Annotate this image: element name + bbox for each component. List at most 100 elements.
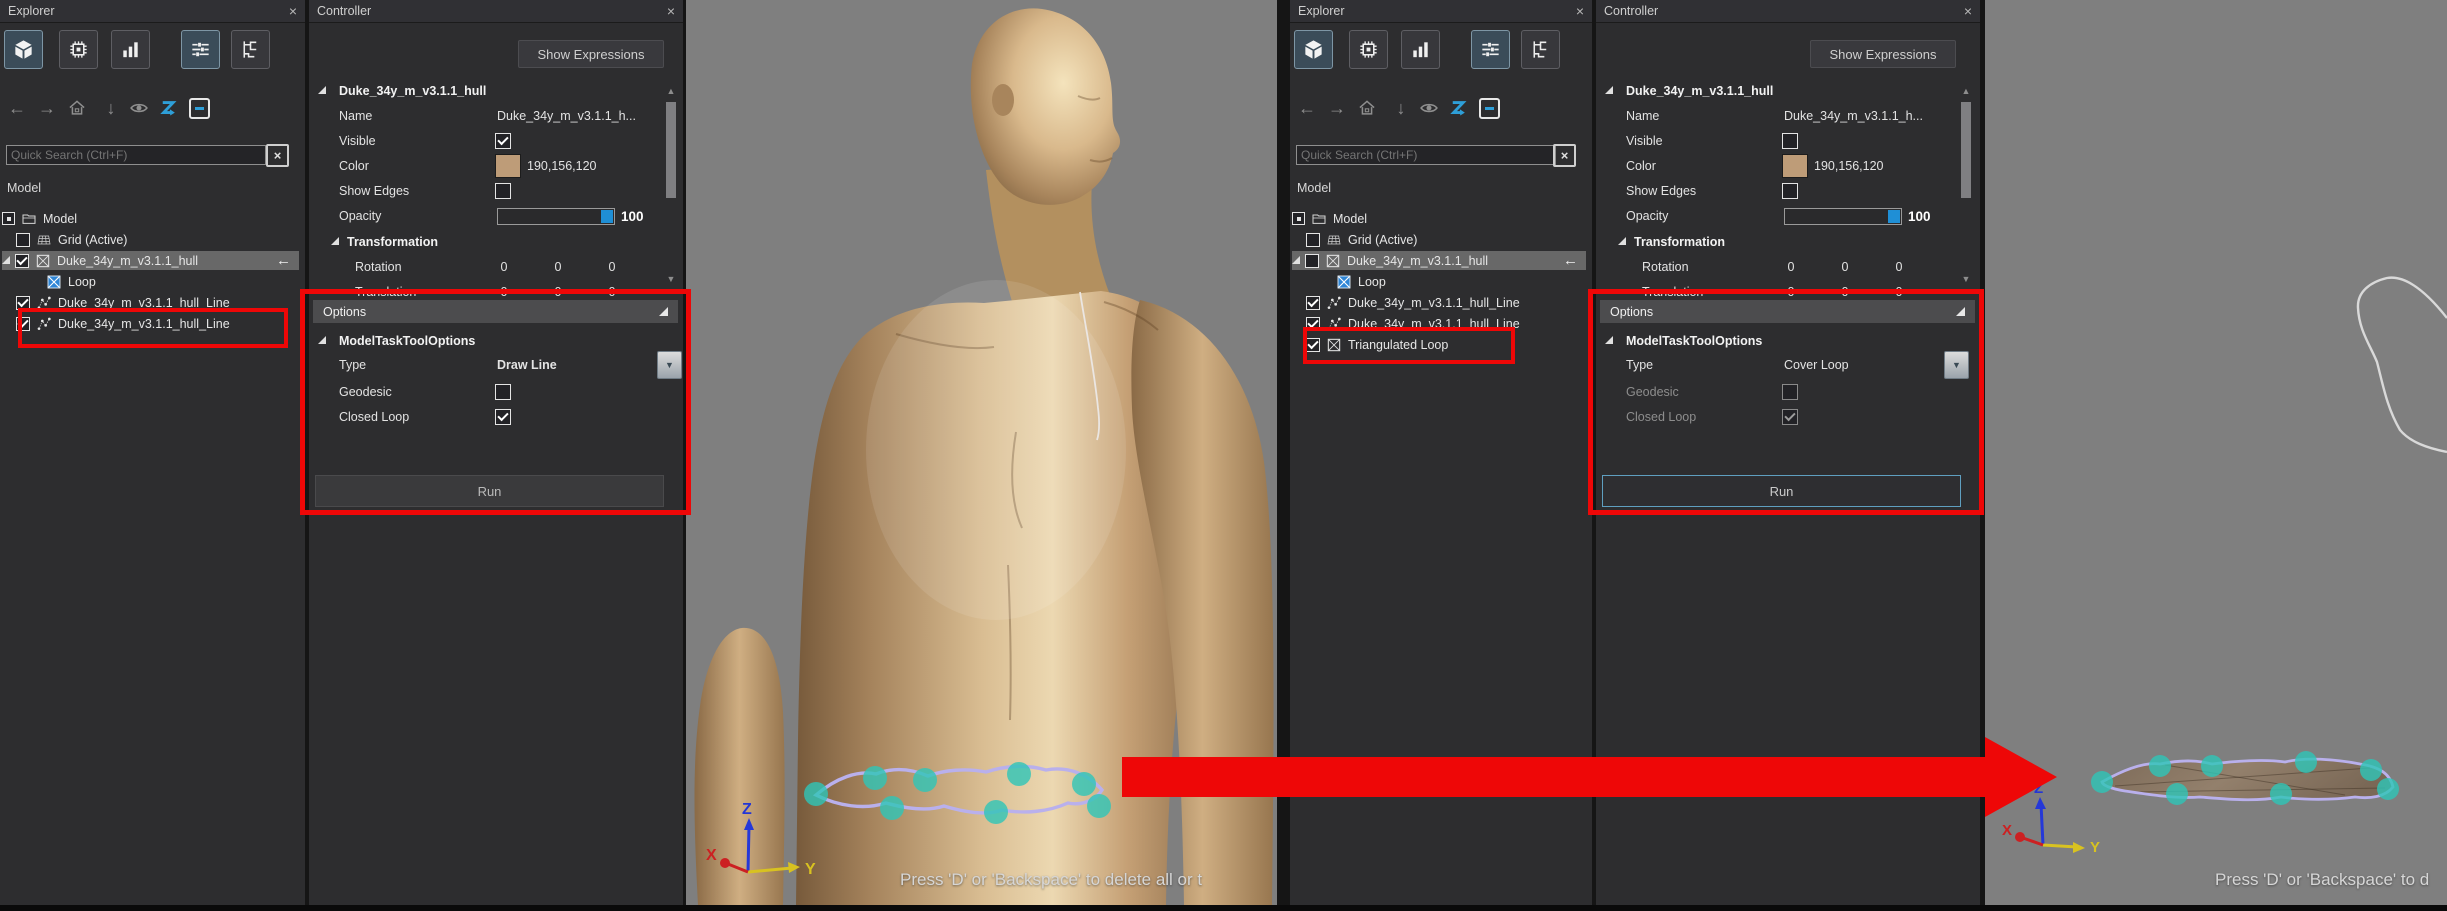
type-dropdown-button[interactable]: ▼: [657, 351, 682, 379]
checkbox[interactable]: [1306, 338, 1320, 352]
close-icon[interactable]: ×: [1576, 3, 1584, 19]
transformation-header[interactable]: Transformation: [309, 231, 683, 253]
forward-icon[interactable]: →: [1326, 96, 1348, 120]
options-header-bar[interactable]: Options: [313, 300, 678, 323]
run-button[interactable]: Run: [315, 475, 664, 507]
show-expressions-button[interactable]: Show Expressions: [518, 40, 664, 68]
visible-checkbox[interactable]: [1782, 133, 1798, 149]
view-properties-button[interactable]: [181, 30, 220, 69]
object-section-header[interactable]: Duke_34y_m_v3.1.1_hull: [1596, 80, 1980, 102]
zoom-to-selection-icon[interactable]: [1448, 96, 1470, 120]
options-group-header[interactable]: ModelTaskToolOptions: [309, 330, 683, 352]
opacity-slider[interactable]: [497, 208, 615, 225]
mode-model-button[interactable]: [4, 30, 43, 69]
object-section-header[interactable]: Duke_34y_m_v3.1.1_hull: [309, 80, 683, 102]
scrollbar-thumb[interactable]: [1961, 102, 1971, 198]
color-swatch[interactable]: [495, 154, 521, 178]
show-edges-checkbox[interactable]: [495, 183, 511, 199]
checkbox[interactable]: [16, 296, 30, 310]
view-hierarchy-button[interactable]: [231, 30, 270, 69]
expander-icon[interactable]: [318, 336, 326, 344]
tree-item-hull-line-2[interactable]: Duke_34y_m_v3.1.1_hull_Line: [1292, 314, 1586, 333]
expander-icon[interactable]: [1618, 237, 1626, 245]
run-button[interactable]: Run: [1602, 475, 1961, 507]
zoom-to-selection-icon[interactable]: [158, 96, 180, 120]
scroll-up-icon[interactable]: ▲: [1960, 86, 1972, 96]
close-icon[interactable]: ×: [1964, 3, 1972, 19]
back-icon[interactable]: ←: [1296, 96, 1318, 120]
name-value[interactable]: Duke_34y_m_v3.1.1_h...: [497, 109, 636, 123]
scroll-down-icon[interactable]: ▼: [665, 274, 677, 284]
scroll-down-icon[interactable]: ▼: [1960, 274, 1972, 284]
down-arrow-icon[interactable]: ↓: [1392, 96, 1410, 120]
locate-back-arrow-icon[interactable]: ←: [1563, 252, 1578, 269]
checkbox[interactable]: [16, 233, 30, 247]
home-icon[interactable]: [66, 96, 88, 120]
checkbox[interactable]: [16, 317, 30, 331]
tree-item-grid[interactable]: Grid (Active): [1292, 230, 1586, 249]
tree-item-hull[interactable]: Duke_34y_m_v3.1.1_hull ←: [2, 251, 299, 270]
view-properties-button[interactable]: [1471, 30, 1510, 69]
checkbox[interactable]: [1306, 233, 1320, 247]
forward-icon[interactable]: →: [36, 96, 58, 120]
search-input[interactable]: [6, 145, 266, 165]
search-input[interactable]: [1296, 145, 1556, 165]
tree-item-model[interactable]: Model: [1292, 209, 1586, 228]
tree-item-hull-line-1[interactable]: Duke_34y_m_v3.1.1_hull_Line: [2, 293, 299, 312]
back-icon[interactable]: ←: [6, 96, 28, 120]
color-swatch[interactable]: [1782, 154, 1808, 178]
type-value[interactable]: Draw Line: [497, 358, 557, 372]
close-icon[interactable]: ×: [667, 3, 675, 19]
checkbox[interactable]: [15, 254, 29, 268]
mode-simulation-button[interactable]: [59, 30, 98, 69]
show-expressions-button[interactable]: Show Expressions: [1810, 40, 1956, 68]
show-edges-checkbox[interactable]: [1782, 183, 1798, 199]
options-header-bar[interactable]: Options: [1600, 300, 1975, 323]
covered-loop-surface[interactable]: [2091, 751, 2399, 805]
expander-icon[interactable]: [2, 256, 10, 264]
collapse-all-icon[interactable]: [1478, 96, 1500, 120]
checkbox[interactable]: [1292, 212, 1305, 225]
tree-item-model[interactable]: Model: [2, 209, 299, 228]
type-value[interactable]: Cover Loop: [1784, 358, 1849, 372]
name-value[interactable]: Duke_34y_m_v3.1.1_h...: [1784, 109, 1923, 123]
opacity-slider-handle[interactable]: [1888, 210, 1900, 223]
type-dropdown-button[interactable]: ▼: [1944, 351, 1969, 379]
mode-analysis-button[interactable]: [1401, 30, 1440, 69]
opacity-slider[interactable]: [1784, 208, 1902, 225]
checkbox[interactable]: [1305, 254, 1319, 268]
closed-loop-checkbox[interactable]: [495, 409, 511, 425]
mode-model-button[interactable]: [1294, 30, 1333, 69]
down-arrow-icon[interactable]: ↓: [102, 96, 120, 120]
transformation-header[interactable]: Transformation: [1596, 231, 1980, 253]
close-icon[interactable]: ×: [289, 3, 297, 19]
collapse-all-icon[interactable]: [188, 96, 210, 120]
checkbox[interactable]: [1306, 296, 1320, 310]
expander-icon[interactable]: [1292, 256, 1300, 264]
geodesic-checkbox[interactable]: [495, 384, 511, 400]
view-hierarchy-button[interactable]: [1521, 30, 1560, 69]
tree-item-hull-line-2[interactable]: Duke_34y_m_v3.1.1_hull_Line: [2, 314, 299, 333]
options-group-header[interactable]: ModelTaskToolOptions: [1596, 330, 1980, 352]
expander-icon[interactable]: [1605, 86, 1613, 94]
tree-item-hull[interactable]: Duke_34y_m_v3.1.1_hull ←: [1292, 251, 1586, 270]
tree-item-hull-line-1[interactable]: Duke_34y_m_v3.1.1_hull_Line: [1292, 293, 1586, 312]
locate-back-arrow-icon[interactable]: ←: [276, 252, 291, 269]
hidden-body-outline[interactable]: [2358, 278, 2447, 452]
opacity-slider-handle[interactable]: [601, 210, 613, 223]
tree-item-loop[interactable]: Loop: [1292, 272, 1586, 291]
visible-checkbox[interactable]: [495, 133, 511, 149]
collapse-triangle-icon[interactable]: [1956, 307, 1965, 316]
mode-simulation-button[interactable]: [1349, 30, 1388, 69]
mode-analysis-button[interactable]: [111, 30, 150, 69]
home-icon[interactable]: [1356, 96, 1378, 120]
visibility-eye-icon[interactable]: [128, 96, 150, 120]
visibility-eye-icon[interactable]: [1418, 96, 1440, 120]
checkbox[interactable]: [1306, 317, 1320, 331]
expander-icon[interactable]: [318, 86, 326, 94]
tree-item-grid[interactable]: Grid (Active): [2, 230, 299, 249]
tree-item-triangulated-loop[interactable]: Triangulated Loop: [1292, 335, 1586, 354]
scroll-up-icon[interactable]: ▲: [665, 86, 677, 96]
collapse-triangle-icon[interactable]: [659, 307, 668, 316]
checkbox[interactable]: [2, 212, 15, 225]
